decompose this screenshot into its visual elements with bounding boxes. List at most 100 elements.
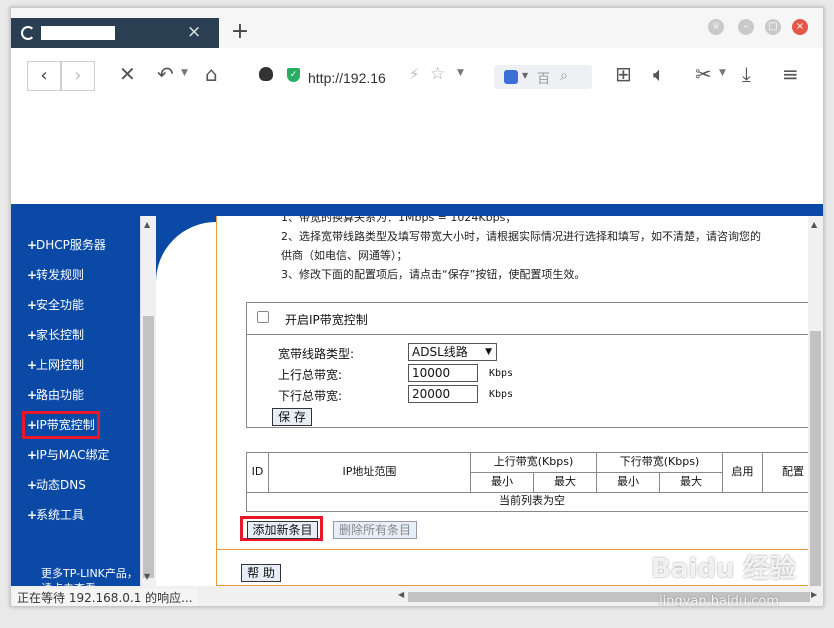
scroll-up-icon[interactable]: ▲: [144, 220, 150, 229]
lightning-icon[interactable]: ⚡: [409, 62, 420, 86]
scroll-left-icon[interactable]: ◀: [398, 590, 404, 599]
main-content: 1、带宽的换算关系为：1Mbps = 1024Kbps； 2、选择宽带线路类型及…: [216, 216, 808, 586]
enable-checkbox[interactable]: [257, 311, 269, 323]
line-type-select[interactable]: ADSL线路 ▼: [408, 343, 497, 361]
down-bandwidth-label: 下行总带宽:: [278, 389, 343, 403]
bandwidth-settings-panel: 开启IP带宽控制 宽带线路类型: ADSL线路 ▼ 上行总带宽: 10000 K…: [246, 302, 808, 428]
note-line-4: 3、修改下面的配置项后，请点击“保存”按钮，使配置项生效。: [281, 268, 586, 281]
router-header-bar: [11, 204, 823, 216]
col-down-bandwidth: 下行带宽(Kbps): [597, 453, 723, 473]
toolbar: ‹ › ✕ ↶ ▼ ⌂ ✓ http://192.16 ⚡ ☆ ▼ ▼ 百 ⌕ …: [11, 48, 823, 100]
line-type-label: 宽带线路类型:: [278, 347, 355, 361]
sidebar: +DHCP服务器 +转发规则 +安全功能 +家长控制 +上网控制 +路由功能 +…: [11, 216, 140, 595]
delete-all-button[interactable]: 删除所有条目: [333, 521, 417, 539]
sidebar-item-access-control[interactable]: +上网控制: [27, 356, 84, 374]
enable-label: 开启IP带宽控制: [285, 313, 368, 327]
sound-icon[interactable]: 🔈︎: [653, 62, 665, 86]
minimize-icon[interactable]: –: [738, 19, 754, 35]
new-tab-button[interactable]: +: [227, 20, 253, 46]
col-ip-range: IP地址范围: [269, 453, 471, 493]
col-config: 配置: [763, 453, 808, 493]
sidebar-item-forwarding[interactable]: +转发规则: [27, 266, 84, 284]
instructions: 1、带宽的换算关系为：1Mbps = 1024Kbps； 2、选择宽带线路类型及…: [281, 216, 808, 284]
home-icon[interactable]: ⌂: [205, 62, 218, 86]
col-down-max: 最大: [660, 473, 723, 493]
rules-table: ID IP地址范围 上行带宽(Kbps) 最小 最大 下行带宽(Kbps) 最小…: [246, 452, 808, 512]
tab-bar: × + ♕ – □ ×: [11, 8, 823, 48]
main-scroll-up-icon[interactable]: ▲: [811, 220, 817, 229]
bookmark-dropdown-icon[interactable]: ▼: [457, 68, 464, 78]
page-blank-area: [11, 100, 823, 204]
sidebar-item-ddns[interactable]: +动态DNS: [27, 476, 86, 494]
up-bandwidth-label: 上行总带宽:: [278, 368, 343, 382]
tab-title-redacted: [41, 26, 115, 40]
address-url[interactable]: http://192.16: [308, 70, 386, 86]
watermark-main: Baidu 经验: [651, 554, 796, 584]
download-icon[interactable]: ⤓: [742, 62, 751, 86]
engine-label-icon: 百: [537, 72, 551, 87]
chevron-down-icon: ▼: [485, 347, 492, 357]
apps-icon[interactable]: ⊞: [615, 62, 632, 86]
col-enable: 启用: [723, 453, 763, 493]
sidebar-scroll-thumb[interactable]: [143, 316, 154, 578]
star-icon[interactable]: ☆: [430, 62, 445, 86]
forward-button[interactable]: ›: [61, 61, 95, 91]
shield-icon[interactable]: ✓: [287, 68, 300, 82]
line-type-value: ADSL线路: [412, 345, 468, 359]
scissors-dropdown-icon[interactable]: ▼: [719, 68, 726, 78]
col-down-min: 最小: [597, 473, 660, 493]
add-entry-button[interactable]: 添加新条目: [247, 521, 318, 539]
router-page: +DHCP服务器 +转发规则 +安全功能 +家长控制 +上网控制 +路由功能 +…: [11, 216, 823, 595]
col-up-bandwidth: 上行带宽(Kbps): [471, 453, 597, 473]
panel-header: 开启IP带宽控制: [247, 303, 808, 335]
close-window-icon[interactable]: ×: [792, 19, 808, 35]
up-unit: Kbps: [489, 368, 514, 379]
sidebar-item-parental[interactable]: +家长控制: [27, 326, 84, 344]
col-up-max: 最大: [534, 473, 597, 493]
main-scroll-thumb[interactable]: [810, 331, 821, 586]
browser-window: × + ♕ – □ × ‹ › ✕ ↶ ▼ ⌂ ✓ http://192.16 …: [10, 7, 824, 607]
status-text: 正在等待 192.168.0.1 的响应...: [13, 589, 197, 606]
sidebar-item-dhcp[interactable]: +DHCP服务器: [27, 236, 106, 254]
save-button[interactable]: 保 存: [272, 408, 312, 426]
sidebar-item-ip-bandwidth[interactable]: +IP带宽控制: [22, 411, 100, 439]
up-bandwidth-input[interactable]: 10000: [408, 364, 478, 382]
back-button[interactable]: ‹: [27, 61, 61, 91]
note-line-3: 供商（如电信、网通等）；: [281, 249, 408, 262]
down-unit: Kbps: [489, 389, 514, 400]
sidebar-item-routing[interactable]: +路由功能: [27, 386, 84, 404]
skin-icon[interactable]: ♕: [708, 19, 724, 35]
menu-icon[interactable]: ≡: [782, 62, 799, 86]
desktop: × + ♕ – □ × ‹ › ✕ ↶ ▼ ⌂ ✓ http://192.16 …: [0, 0, 834, 628]
down-bandwidth-input[interactable]: 20000: [408, 385, 478, 403]
scissors-icon[interactable]: ✂: [695, 62, 712, 86]
more-products-line1[interactable]: 更多TP-LINK产品，: [41, 566, 138, 581]
loading-spinner-icon: [21, 26, 35, 40]
active-tab[interactable]: ×: [11, 18, 219, 48]
empty-list-message: 当前列表为空: [499, 494, 565, 507]
watermark-sub: jingyan.baidu.com: [659, 594, 779, 607]
stop-icon[interactable]: ✕: [119, 62, 136, 86]
col-up-min: 最小: [471, 473, 534, 493]
sidebar-item-security[interactable]: +安全功能: [27, 296, 84, 314]
engine-dropdown-icon[interactable]: ▼: [522, 71, 528, 80]
help-button[interactable]: 帮 助: [241, 564, 281, 582]
main-scrollbar[interactable]: ▲: [808, 216, 823, 586]
sidebar-item-system-tools[interactable]: +系统工具: [27, 506, 84, 524]
col-id: ID: [247, 453, 269, 493]
tab-close-icon[interactable]: ×: [187, 22, 201, 42]
search-box[interactable]: ▼ 百 ⌕: [494, 65, 592, 89]
note-line-2: 2、选择宽带线路类型及填写带宽大小时，请根据实际情况进行选择和填写，如不清楚，请…: [281, 230, 761, 243]
bug-icon[interactable]: [259, 67, 273, 81]
scroll-down-icon[interactable]: ▼: [144, 572, 150, 581]
scroll-right-icon[interactable]: ▶: [811, 590, 817, 599]
sidebar-scrollbar[interactable]: ▲ ▼: [140, 216, 156, 586]
paw-search-engine-icon[interactable]: [504, 70, 518, 84]
search-icon[interactable]: ⌕: [560, 68, 568, 84]
baidu-watermark: Baidu 经验 jingyan.baidu.com: [651, 548, 811, 607]
sidebar-item-ip-mac[interactable]: +IP与MAC绑定: [27, 446, 110, 464]
maximize-icon[interactable]: □: [765, 19, 781, 35]
undo-icon[interactable]: ↶: [157, 62, 174, 86]
undo-dropdown-icon[interactable]: ▼: [181, 68, 188, 78]
note-line-1: 1、带宽的换算关系为：1Mbps = 1024Kbps；: [281, 216, 517, 224]
